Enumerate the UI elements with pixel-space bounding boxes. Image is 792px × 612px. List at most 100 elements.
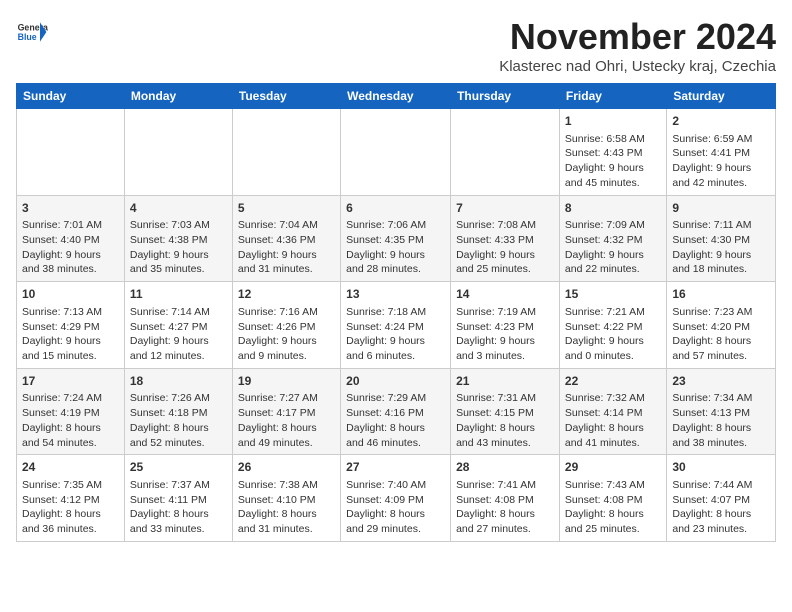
- day-number: 26: [238, 459, 335, 476]
- day-info: Sunrise: 7:16 AM Sunset: 4:26 PM Dayligh…: [238, 305, 335, 364]
- day-info: Sunrise: 7:09 AM Sunset: 4:32 PM Dayligh…: [565, 218, 661, 277]
- day-info: Sunrise: 7:04 AM Sunset: 4:36 PM Dayligh…: [238, 218, 335, 277]
- day-cell: [232, 109, 340, 196]
- day-cell: 3Sunrise: 7:01 AM Sunset: 4:40 PM Daylig…: [17, 195, 125, 282]
- day-cell: 1 Sunrise: 6:58 AM Sunset: 4:43 PM Daylig…: [559, 109, 666, 196]
- day-info: Sunrise: 7:14 AM Sunset: 4:27 PM Dayligh…: [130, 305, 227, 364]
- day-number: 10: [22, 286, 119, 303]
- day-cell: 13 Sunrise: 7:18 AM Sunset: 4:24 PM Dayli…: [341, 282, 451, 369]
- day-number: 4: [130, 200, 227, 217]
- day-number: 3: [22, 200, 119, 217]
- week-row-5: 24 Sunrise: 7:35 AM Sunset: 4:12 PM Dayli…: [17, 455, 776, 542]
- week-row-3: 10Sunrise: 7:13 AM Sunset: 4:29 PM Dayli…: [17, 282, 776, 369]
- day-number: 18: [130, 373, 227, 390]
- day-info: Sunrise: 7:32 AM Sunset: 4:14 PM Dayligh…: [565, 391, 661, 450]
- day-cell: 7Sunrise: 7:08 AM Sunset: 4:33 PM Daylig…: [451, 195, 560, 282]
- day-number: 7: [456, 200, 554, 217]
- header: General Blue November 2024 Klasterec nad…: [16, 16, 776, 75]
- day-info: Sunrise: 7:38 AM Sunset: 4:10 PM Dayligh…: [238, 478, 335, 537]
- day-info: Sunrise: 7:08 AM Sunset: 4:33 PM Dayligh…: [456, 218, 554, 277]
- day-number: 2: [672, 113, 770, 130]
- day-cell: 9Sunrise: 7:11 AM Sunset: 4:30 PM Daylig…: [667, 195, 776, 282]
- day-number: 28: [456, 459, 554, 476]
- day-number: 30: [672, 459, 770, 476]
- day-cell: 29 Sunrise: 7:43 AM Sunset: 4:08 PM Dayli…: [559, 455, 666, 542]
- day-cell: 20Sunrise: 7:29 AM Sunset: 4:16 PM Dayli…: [341, 368, 451, 455]
- day-cell: 14 Sunrise: 7:19 AM Sunset: 4:23 PM Dayli…: [451, 282, 560, 369]
- day-number: 5: [238, 200, 335, 217]
- day-info: Sunrise: 7:03 AM Sunset: 4:38 PM Dayligh…: [130, 218, 227, 277]
- week-row-2: 3Sunrise: 7:01 AM Sunset: 4:40 PM Daylig…: [17, 195, 776, 282]
- day-info: Sunrise: 7:19 AM Sunset: 4:23 PM Dayligh…: [456, 305, 554, 364]
- day-number: 23: [672, 373, 770, 390]
- day-number: 29: [565, 459, 661, 476]
- day-cell: 11 Sunrise: 7:14 AM Sunset: 4:27 PM Dayli…: [124, 282, 232, 369]
- day-cell: 24 Sunrise: 7:35 AM Sunset: 4:12 PM Dayli…: [17, 455, 125, 542]
- day-info: Sunrise: 7:06 AM Sunset: 4:35 PM Dayligh…: [346, 218, 445, 277]
- day-info: Sunrise: 7:11 AM Sunset: 4:30 PM Dayligh…: [672, 218, 770, 277]
- day-cell: [124, 109, 232, 196]
- day-number: 20: [346, 373, 445, 390]
- day-info: Sunrise: 7:43 AM Sunset: 4:08 PM Dayligh…: [565, 478, 661, 537]
- day-number: 19: [238, 373, 335, 390]
- day-info: Sunrise: 6:59 AM Sunset: 4:41 PM Dayligh…: [672, 132, 770, 191]
- day-number: 24: [22, 459, 119, 476]
- day-cell: 5Sunrise: 7:04 AM Sunset: 4:36 PM Daylig…: [232, 195, 340, 282]
- day-info: Sunrise: 7:31 AM Sunset: 4:15 PM Dayligh…: [456, 391, 554, 450]
- day-cell: 18Sunrise: 7:26 AM Sunset: 4:18 PM Dayli…: [124, 368, 232, 455]
- day-cell: 10Sunrise: 7:13 AM Sunset: 4:29 PM Dayli…: [17, 282, 125, 369]
- day-number: 6: [346, 200, 445, 217]
- weekday-header-sunday: Sunday: [17, 84, 125, 109]
- day-number: 16: [672, 286, 770, 303]
- day-info: Sunrise: 7:29 AM Sunset: 4:16 PM Dayligh…: [346, 391, 445, 450]
- day-info: Sunrise: 6:58 AM Sunset: 4:43 PM Dayligh…: [565, 132, 661, 191]
- day-cell: 8Sunrise: 7:09 AM Sunset: 4:32 PM Daylig…: [559, 195, 666, 282]
- day-cell: [451, 109, 560, 196]
- svg-text:Blue: Blue: [18, 32, 37, 42]
- logo: General Blue: [16, 16, 48, 48]
- day-info: Sunrise: 7:37 AM Sunset: 4:11 PM Dayligh…: [130, 478, 227, 537]
- day-number: 15: [565, 286, 661, 303]
- logo-icon: General Blue: [16, 16, 48, 48]
- weekday-header-saturday: Saturday: [667, 84, 776, 109]
- day-number: 27: [346, 459, 445, 476]
- day-cell: 12 Sunrise: 7:16 AM Sunset: 4:26 PM Dayli…: [232, 282, 340, 369]
- day-info: Sunrise: 7:26 AM Sunset: 4:18 PM Dayligh…: [130, 391, 227, 450]
- day-cell: 26 Sunrise: 7:38 AM Sunset: 4:10 PM Dayli…: [232, 455, 340, 542]
- weekday-header-friday: Friday: [559, 84, 666, 109]
- day-cell: 16Sunrise: 7:23 AM Sunset: 4:20 PM Dayli…: [667, 282, 776, 369]
- weekday-header-row: SundayMondayTuesdayWednesdayThursdayFrid…: [17, 84, 776, 109]
- month-title: November 2024: [499, 16, 776, 58]
- day-number: 14: [456, 286, 554, 303]
- day-cell: [17, 109, 125, 196]
- day-info: Sunrise: 7:44 AM Sunset: 4:07 PM Dayligh…: [672, 478, 770, 537]
- location-title: Klasterec nad Ohri, Ustecky kraj, Czechi…: [499, 58, 776, 75]
- calendar: SundayMondayTuesdayWednesdayThursdayFrid…: [16, 83, 776, 542]
- day-info: Sunrise: 7:01 AM Sunset: 4:40 PM Dayligh…: [22, 218, 119, 277]
- day-number: 22: [565, 373, 661, 390]
- day-info: Sunrise: 7:21 AM Sunset: 4:22 PM Dayligh…: [565, 305, 661, 364]
- day-number: 11: [130, 286, 227, 303]
- day-cell: 22Sunrise: 7:32 AM Sunset: 4:14 PM Dayli…: [559, 368, 666, 455]
- day-cell: 28Sunrise: 7:41 AM Sunset: 4:08 PM Dayli…: [451, 455, 560, 542]
- day-cell: 21Sunrise: 7:31 AM Sunset: 4:15 PM Dayli…: [451, 368, 560, 455]
- day-cell: 15 Sunrise: 7:21 AM Sunset: 4:22 PM Dayli…: [559, 282, 666, 369]
- day-cell: 19Sunrise: 7:27 AM Sunset: 4:17 PM Dayli…: [232, 368, 340, 455]
- day-number: 12: [238, 286, 335, 303]
- day-number: 1: [565, 113, 661, 130]
- week-row-4: 17Sunrise: 7:24 AM Sunset: 4:19 PM Dayli…: [17, 368, 776, 455]
- day-cell: 25Sunrise: 7:37 AM Sunset: 4:11 PM Dayli…: [124, 455, 232, 542]
- day-cell: 27Sunrise: 7:40 AM Sunset: 4:09 PM Dayli…: [341, 455, 451, 542]
- day-cell: 17Sunrise: 7:24 AM Sunset: 4:19 PM Dayli…: [17, 368, 125, 455]
- weekday-header-wednesday: Wednesday: [341, 84, 451, 109]
- day-info: Sunrise: 7:18 AM Sunset: 4:24 PM Dayligh…: [346, 305, 445, 364]
- day-number: 13: [346, 286, 445, 303]
- day-number: 8: [565, 200, 661, 217]
- day-number: 9: [672, 200, 770, 217]
- day-info: Sunrise: 7:35 AM Sunset: 4:12 PM Dayligh…: [22, 478, 119, 537]
- weekday-header-thursday: Thursday: [451, 84, 560, 109]
- day-cell: 6Sunrise: 7:06 AM Sunset: 4:35 PM Daylig…: [341, 195, 451, 282]
- day-cell: 4Sunrise: 7:03 AM Sunset: 4:38 PM Daylig…: [124, 195, 232, 282]
- day-info: Sunrise: 7:27 AM Sunset: 4:17 PM Dayligh…: [238, 391, 335, 450]
- day-info: Sunrise: 7:34 AM Sunset: 4:13 PM Dayligh…: [672, 391, 770, 450]
